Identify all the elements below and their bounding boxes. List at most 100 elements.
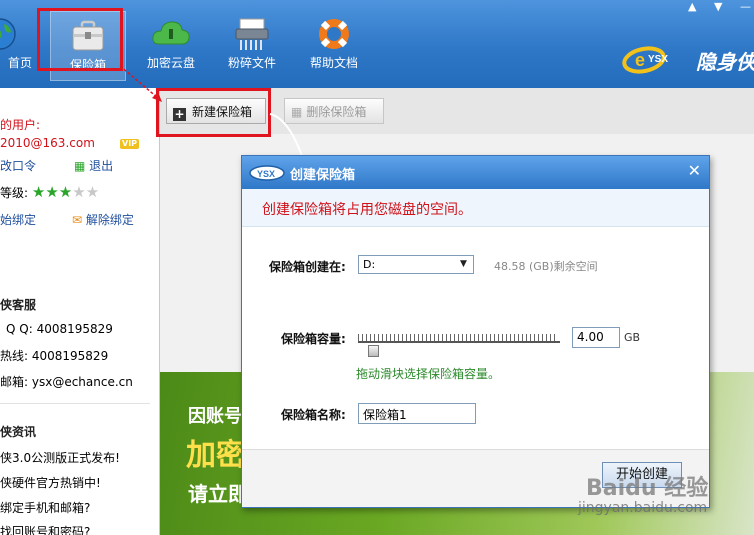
slider-tick	[514, 334, 515, 341]
change-password-link[interactable]: 改口令	[0, 157, 36, 174]
new-vault-button[interactable]: + 新建保险箱	[166, 98, 266, 124]
svg-text:YSX: YSX	[257, 169, 275, 179]
slider-tick	[538, 334, 539, 341]
vip-badge: VIP	[120, 139, 140, 149]
news-item[interactable]: 找回账号和密码?	[0, 523, 90, 535]
create-vault-dialog: YSX 创建保险箱 ✕ 创建保险箱将占用您磁盘的空间。 保险箱创建在: D: ▼…	[241, 155, 710, 508]
capacity-label: 保险箱容量:	[281, 332, 346, 346]
news-item[interactable]: 侠硬件官方热销中!	[0, 474, 101, 491]
star-filled-icon: ★	[31, 183, 46, 201]
banner-line-2: 加密	[186, 438, 246, 473]
dialog-notice-bar: 创建保险箱将占用您磁盘的空间。	[242, 189, 709, 227]
close-icon[interactable]: ✕	[688, 161, 701, 180]
slider-tick	[470, 334, 471, 341]
nav-vault[interactable]: 保险箱	[50, 11, 126, 81]
slider-tick	[526, 334, 527, 341]
slider-tick	[386, 334, 387, 341]
nav-home[interactable]: 首页	[0, 10, 38, 80]
free-space-text: 48.58 (GB)剩余空间	[494, 260, 598, 273]
minimize-icon[interactable]: —	[740, 0, 751, 13]
slider-tick	[486, 334, 487, 341]
level-label: 等级:	[0, 186, 29, 200]
slider-tick	[450, 334, 451, 341]
slider-tick	[506, 334, 507, 341]
slider-tick	[518, 334, 519, 341]
name-label: 保险箱名称:	[281, 408, 346, 422]
toolbar: + 新建保险箱 ▦ 删除保险箱	[160, 88, 754, 134]
slider-tick	[410, 334, 411, 341]
slider-tick	[370, 334, 371, 341]
svg-text:YSX: YSX	[648, 54, 668, 65]
logout-link[interactable]: ▦ 退出	[74, 157, 113, 174]
capacity-slider-track[interactable]	[358, 327, 560, 343]
capacity-slider-thumb[interactable]	[368, 345, 379, 357]
dialog-body: 保险箱创建在: D: ▼ 48.58 (GB)剩余空间 保险箱容量: 4.00 …	[242, 227, 709, 507]
star-empty-icon: ★	[72, 183, 86, 201]
vip-badge-text: VIP	[122, 139, 138, 148]
news-title: 侠资讯	[0, 425, 37, 439]
slider-tick	[438, 334, 439, 341]
chevron-down-icon: ▼	[456, 257, 471, 272]
nav-vault-label: 保险箱	[69, 58, 106, 72]
slider-tick	[462, 334, 463, 341]
cloud-lock-icon	[152, 21, 190, 45]
slider-tick	[502, 334, 503, 341]
slider-tick	[402, 334, 403, 341]
slider-tick	[418, 334, 419, 341]
slider-tick	[430, 334, 431, 341]
slider-tick	[474, 334, 475, 341]
slider-tick	[550, 334, 551, 341]
slider-tick	[522, 334, 523, 341]
drive-select[interactable]: D: ▼	[358, 255, 474, 274]
slider-tick	[362, 334, 363, 341]
baidu-watermark: Baidu 经验	[586, 476, 709, 501]
location-label: 保险箱创建在:	[269, 260, 346, 274]
slider-tick	[530, 334, 531, 341]
slider-tick	[534, 334, 535, 341]
slider-tick	[546, 334, 547, 341]
mail-icon: ✉	[72, 213, 83, 227]
service-email: 邮箱: ysx@echance.cn	[0, 375, 133, 389]
user-label: 的用户:	[0, 118, 41, 132]
globe-icon	[0, 18, 16, 50]
star-filled-icon: ★	[58, 183, 73, 201]
slider-tick	[458, 334, 459, 341]
banner-line-3: 请立即	[188, 482, 248, 506]
user-email: 2010@163.com	[0, 136, 95, 150]
unbind-label: 解除绑定	[85, 213, 134, 227]
new-vault-label: 新建保险箱	[192, 105, 253, 119]
dialog-header: YSX 创建保险箱 ✕	[242, 156, 709, 189]
briefcase-icon	[72, 20, 104, 51]
news-item[interactable]: 侠3.0公测版正式发布!	[0, 449, 120, 466]
slider-tick	[466, 334, 467, 341]
service-hotline: 热线: 4008195829	[0, 349, 109, 363]
shirt-icon[interactable]: ▲	[688, 0, 696, 13]
nav-shred[interactable]: 粉碎文件	[214, 10, 290, 80]
logout-icon: ▦	[74, 159, 86, 173]
red-arrow	[119, 65, 162, 102]
chevron-down-icon[interactable]: ▼	[714, 0, 722, 13]
slider-tick	[358, 334, 359, 341]
delete-vault-label: 删除保险箱	[306, 105, 367, 119]
slider-tick	[442, 334, 443, 341]
slider-tick	[414, 334, 415, 341]
service-title: 侠客服	[0, 298, 37, 312]
bind-link[interactable]: 始绑定	[0, 211, 36, 228]
svg-text:e: e	[635, 50, 645, 70]
left-panel: 的用户: 2010@163.com VIP 改口令 ▦ 退出 等级: ★★★★★…	[0, 88, 160, 535]
star-filled-icon: ★	[45, 183, 59, 201]
dialog-notice: 创建保险箱将占用您磁盘的空间。	[262, 202, 472, 218]
service-qq: Q Q: 4008195829	[6, 322, 113, 336]
unbind-link[interactable]: ✉ 解除绑定	[72, 211, 134, 228]
capacity-input[interactable]: 4.00	[572, 327, 620, 348]
nav-help[interactable]: 帮助文档	[296, 10, 372, 80]
baidu-watermark-url: jingyan.baidu.com	[578, 500, 708, 516]
news-item[interactable]: 绑定手机和邮箱?	[0, 499, 90, 516]
slider-hint: 拖动滑块选择保险箱容量。	[356, 367, 501, 381]
logout-label: 退出	[89, 159, 114, 173]
top-nav-bar: 首页 保险箱 加密云盘 粉碎文件 帮助文档 ▲ ▼ — e YSX 隐身侠	[0, 0, 754, 88]
vault-name-input[interactable]: 保险箱1	[358, 403, 476, 424]
level-stars: ★★★★★	[31, 183, 99, 201]
nav-shred-label: 粉碎文件	[227, 56, 276, 70]
plus-icon: +	[173, 107, 186, 121]
